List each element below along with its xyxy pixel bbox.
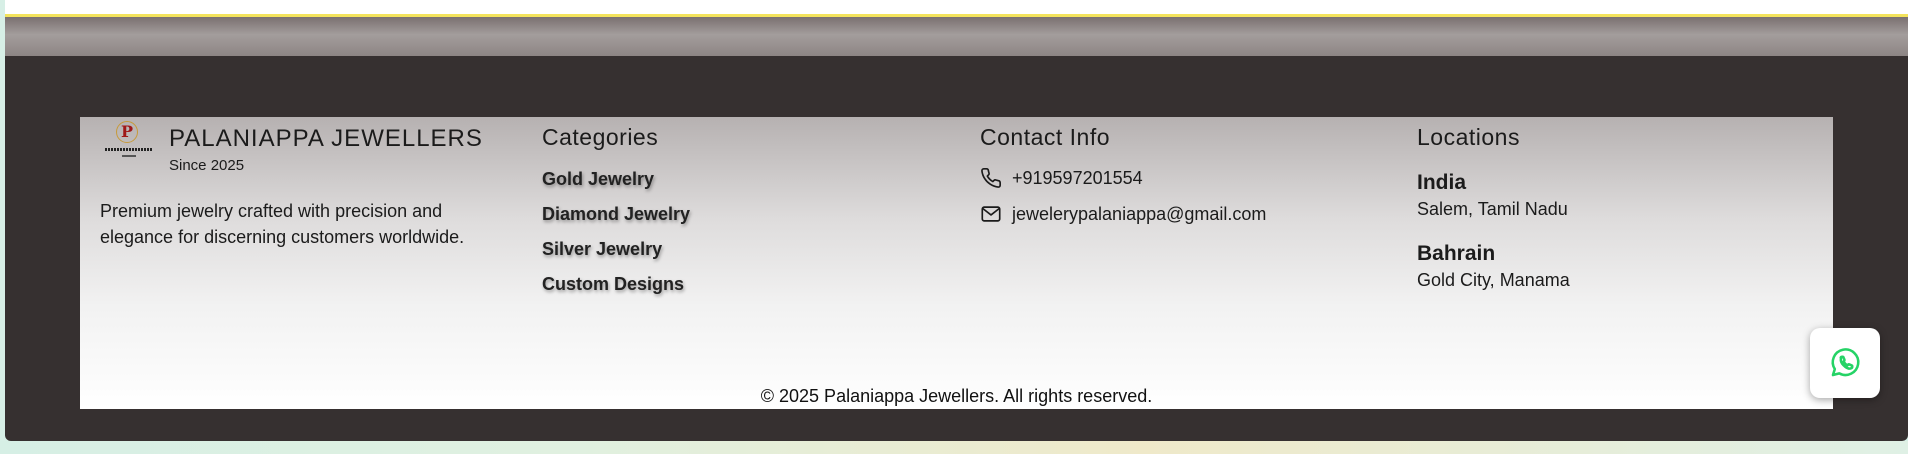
footer-locations-column: Locations India Salem, Tamil Nadu Bahrai…: [1417, 117, 1817, 291]
brand-description: Premium jewelry crafted with precision a…: [100, 201, 465, 247]
whatsapp-button[interactable]: [1810, 328, 1880, 398]
brand-text: PALANIAPPA JEWELLERS Since 2025: [169, 121, 483, 174]
categories-list: Gold Jewelry Diamond Jewelry Silver Jewe…: [542, 169, 942, 295]
location-city: Salem, Tamil Nadu: [1417, 199, 1568, 219]
logo-underline: [122, 155, 136, 157]
category-link-custom[interactable]: Custom Designs: [542, 274, 942, 295]
brand-name: PALANIAPPA JEWELLERS: [169, 125, 483, 152]
logo-wordmark-line: [105, 148, 153, 151]
location-country: India: [1417, 171, 1467, 194]
section-shadow-band: [5, 17, 1908, 56]
location-city: Gold City, Manama: [1417, 270, 1570, 290]
browser-viewport: P PALANIAPPA JEWELLERS Since 2025 Premiu…: [5, 0, 1908, 441]
site-footer: P PALANIAPPA JEWELLERS Since 2025 Premiu…: [80, 117, 1833, 409]
contact-phone[interactable]: +919597201554: [980, 167, 1380, 189]
page-section-bottom-edge: [5, 0, 1908, 17]
category-link-gold[interactable]: Gold Jewelry: [542, 169, 942, 190]
brand-since: Since 2025: [169, 157, 245, 174]
location-bahrain: Bahrain Gold City, Manama: [1417, 242, 1817, 291]
email-address[interactable]: jewelerypalaniappa@gmail.com: [1012, 204, 1266, 225]
contact-email[interactable]: jewelerypalaniappa@gmail.com: [980, 203, 1380, 225]
contact-heading: Contact Info: [980, 124, 1111, 150]
footer-contact-column: Contact Info +919597201554 jewelerypalan…: [980, 117, 1380, 225]
mail-icon: [981, 206, 1001, 222]
footer-categories-column: Categories Gold Jewelry Diamond Jewelry …: [542, 117, 942, 309]
whatsapp-icon: [1831, 348, 1860, 377]
locations-heading: Locations: [1417, 124, 1520, 150]
copyright-text: © 2025 Palaniappa Jewellers. All rights …: [760, 386, 1153, 406]
brand-logo[interactable]: P: [100, 121, 157, 161]
location-country: Bahrain: [1417, 242, 1496, 265]
footer-brand-column: P PALANIAPPA JEWELLERS Since 2025 Premiu…: [100, 117, 520, 250]
location-india: India Salem, Tamil Nadu: [1417, 171, 1817, 220]
desktop-background-strip: [0, 441, 1908, 454]
category-link-diamond[interactable]: Diamond Jewelry: [542, 204, 942, 225]
logo-monogram: P: [116, 121, 138, 143]
category-link-silver[interactable]: Silver Jewelry: [542, 239, 942, 260]
brand-header: P PALANIAPPA JEWELLERS Since 2025: [100, 121, 520, 174]
phone-number[interactable]: +919597201554: [1012, 168, 1143, 189]
categories-heading: Categories: [542, 124, 659, 150]
phone-icon: [981, 168, 1001, 188]
